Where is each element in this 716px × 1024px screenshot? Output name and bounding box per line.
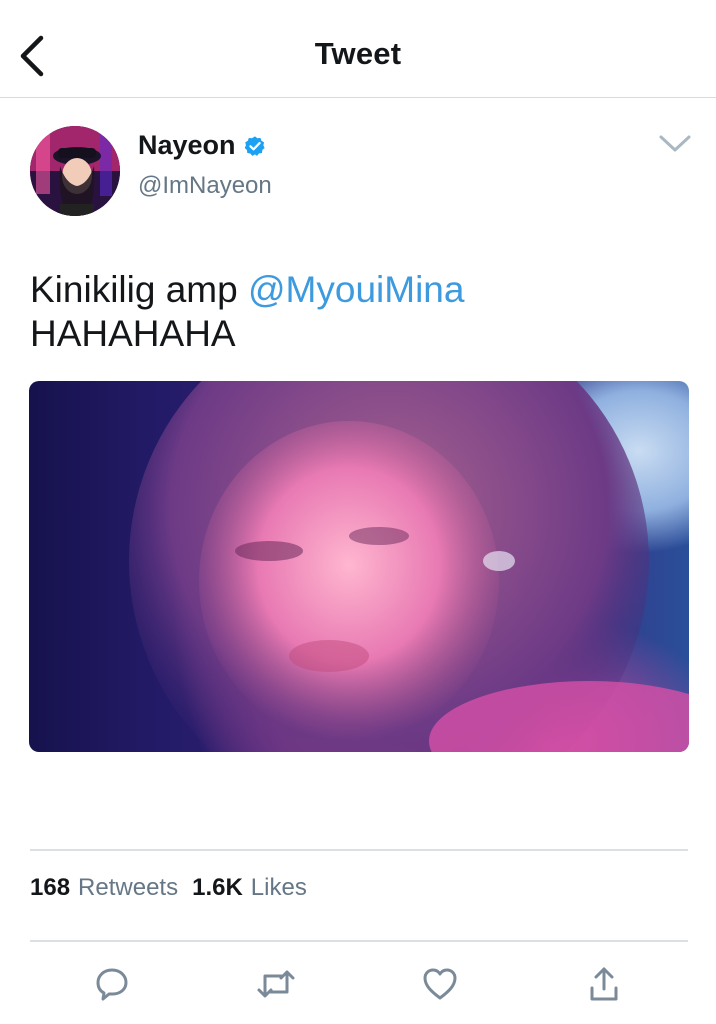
author-name[interactable]: Nayeon: [138, 130, 236, 161]
navigation-bar: Tweet: [0, 0, 716, 98]
retweet-button[interactable]: [254, 962, 298, 1006]
retweet-count: 168: [30, 874, 71, 901]
tweet-text-line1: Kinikilig amp: [30, 269, 248, 310]
tweet-text-line2: HAHAHAHA: [30, 313, 236, 354]
divider-top: [30, 849, 688, 851]
tweet-media-image[interactable]: [29, 381, 689, 752]
tweet-menu-button[interactable]: [658, 132, 692, 156]
retweet-label: Retweets: [78, 874, 179, 901]
share-button[interactable]: [582, 962, 626, 1006]
avatar[interactable]: [30, 126, 120, 216]
author-name-row[interactable]: Nayeon: [138, 130, 266, 161]
engagement-stats: 168 Retweets 1.6K Likes: [30, 874, 307, 902]
heart-icon: [423, 968, 457, 1000]
chevron-down-icon: [659, 135, 691, 152]
reply-button[interactable]: [90, 962, 134, 1006]
divider-bottom: [30, 940, 688, 942]
mention-link[interactable]: @MyouiMina: [248, 269, 464, 310]
verified-badge-icon: [244, 135, 265, 156]
tweet-header: Nayeon @ImNayeon: [30, 126, 692, 226]
like-count: 1.6K: [192, 874, 243, 901]
avatar-image: [30, 126, 120, 216]
tweet-text: Kinikilig amp @MyouiMina HAHAHAHA: [30, 268, 690, 356]
retweets-stat[interactable]: 168 Retweets: [30, 874, 178, 902]
likes-stat[interactable]: 1.6K Likes: [192, 874, 307, 902]
author-handle[interactable]: @ImNayeon: [138, 172, 272, 200]
like-label: Likes: [250, 874, 307, 901]
reply-icon: [96, 968, 128, 1001]
share-icon: [590, 967, 618, 1001]
photo: [129, 381, 689, 752]
retweet-icon: [257, 970, 295, 998]
page-title: Tweet: [314, 36, 402, 71]
action-bar: [0, 962, 716, 1006]
like-button[interactable]: [418, 962, 462, 1006]
